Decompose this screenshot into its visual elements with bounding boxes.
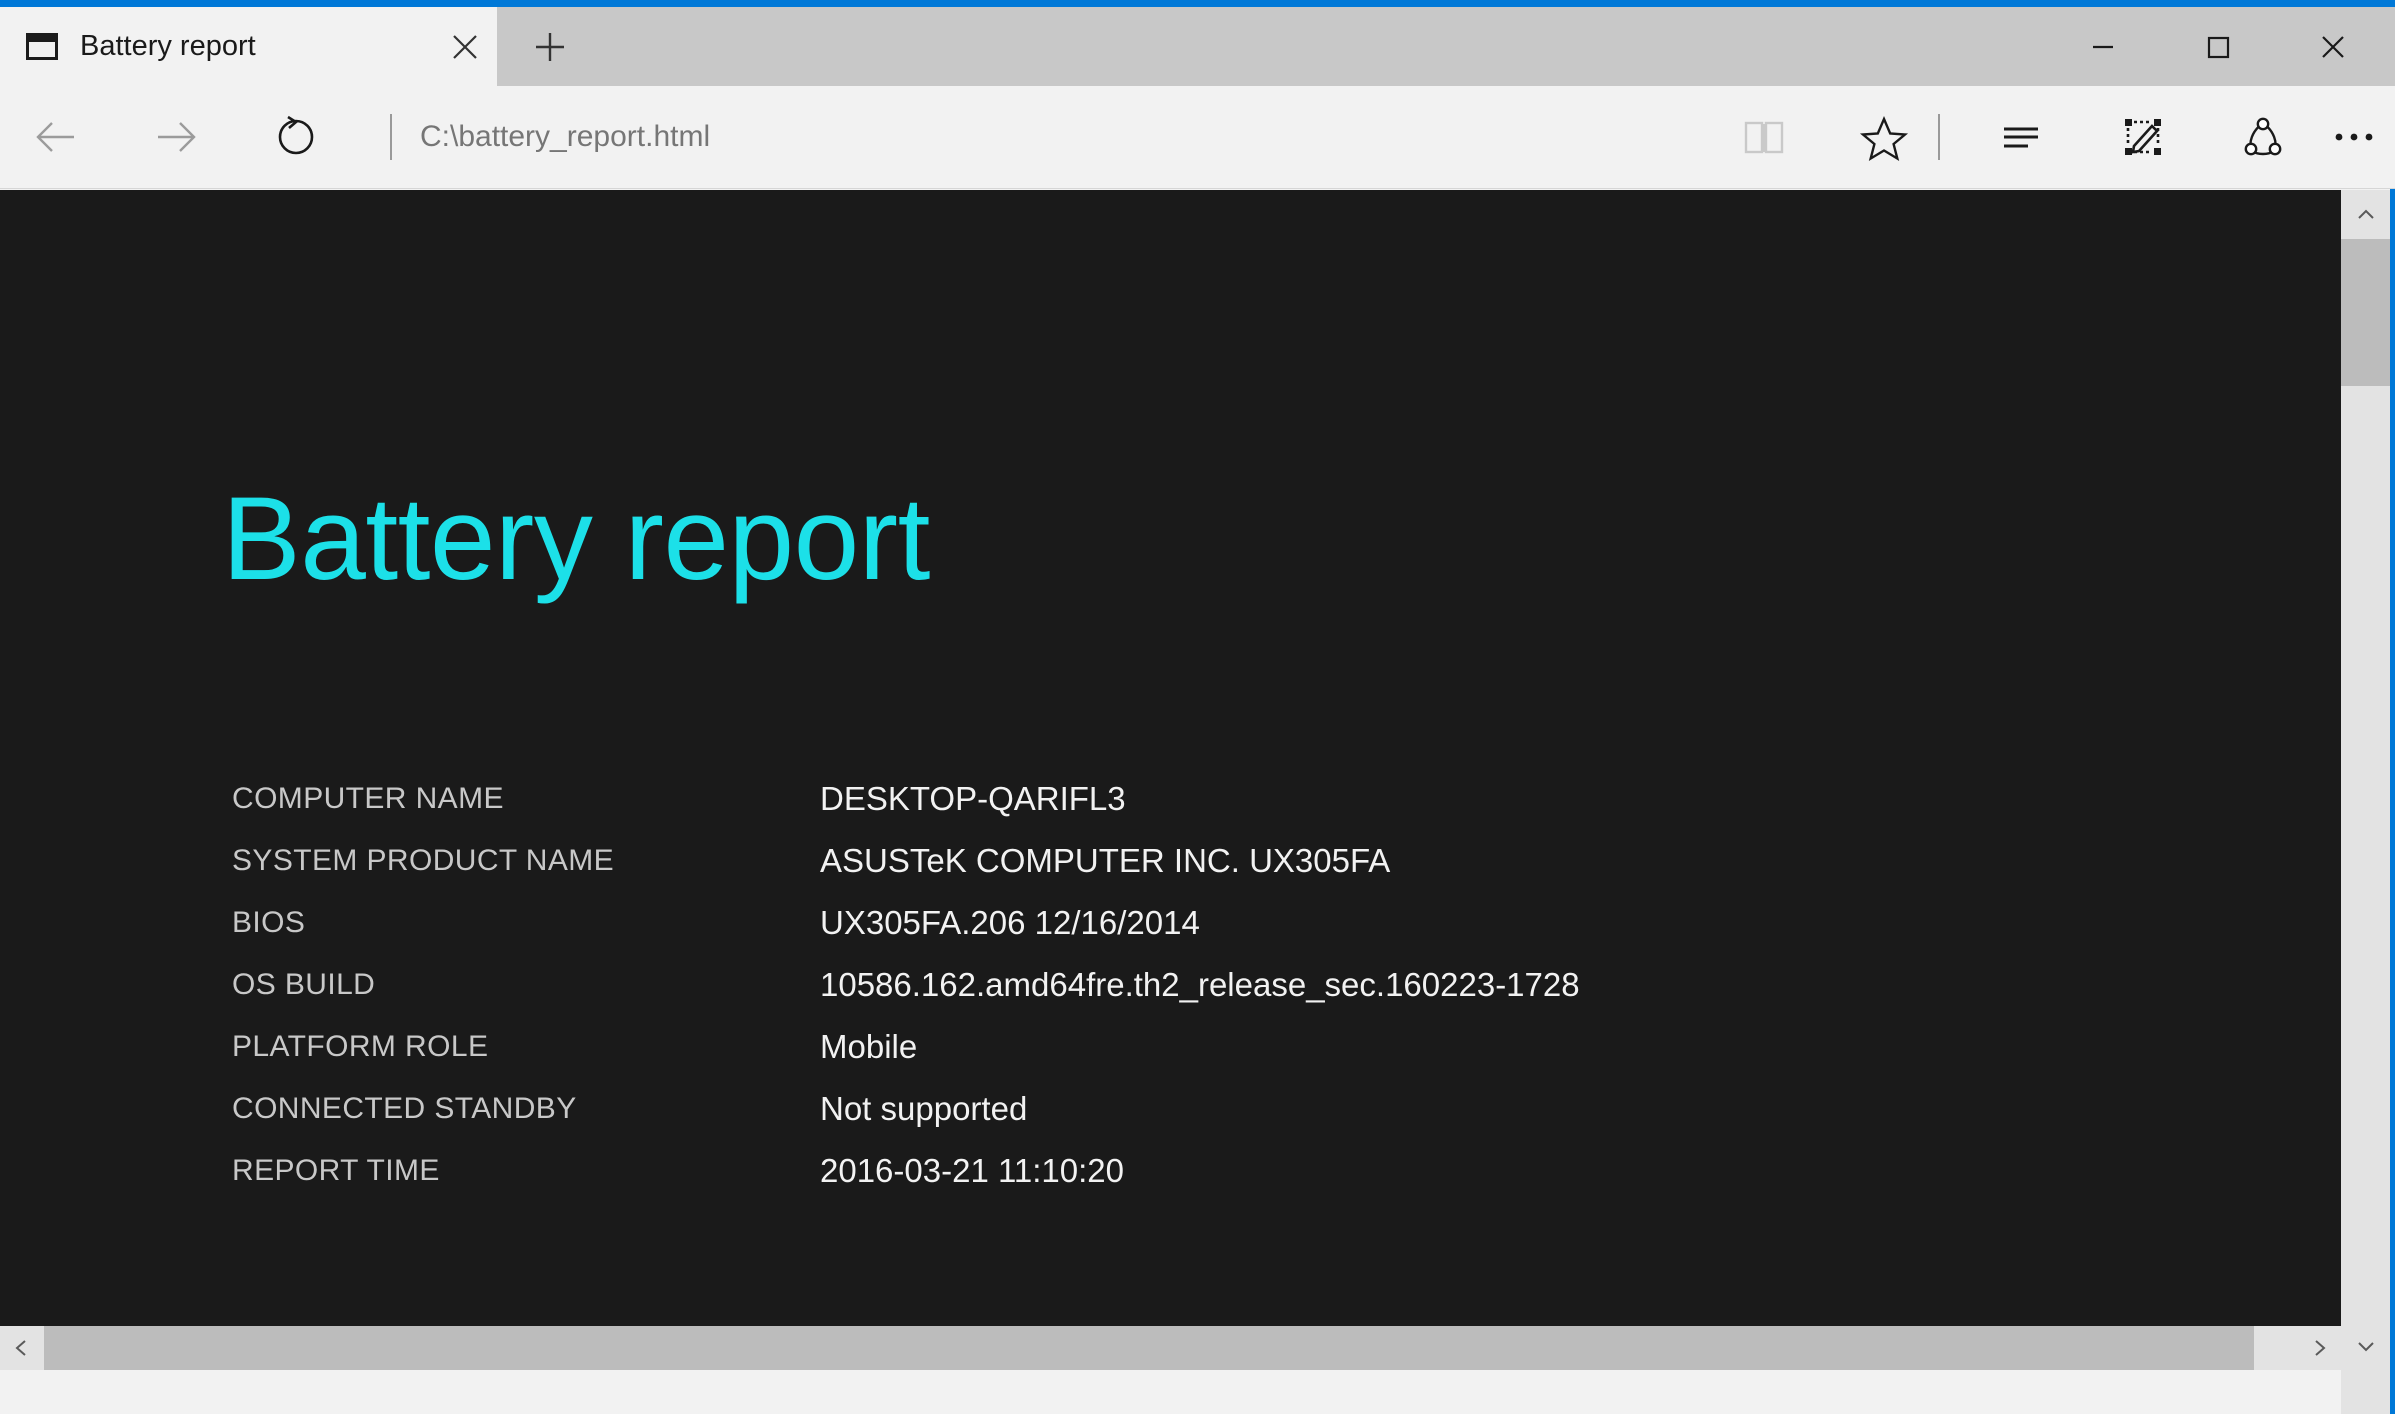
back-arrow-icon: [36, 122, 74, 152]
window-accent-top: [0, 0, 2395, 7]
table-row: SYSTEM PRODUCT NAME ASUSTeK COMPUTER INC…: [232, 830, 1580, 892]
horizontal-scroll-thumb[interactable]: [44, 1326, 2254, 1370]
maximize-button[interactable]: [2160, 7, 2275, 86]
new-tab-button[interactable]: [497, 7, 602, 86]
toolbar-divider-right: [1938, 114, 1940, 160]
share-icon: [2244, 117, 2282, 156]
page-content: Battery report COMPUTER NAME DESKTOP-QAR…: [0, 190, 2341, 1370]
address-input[interactable]: [420, 86, 1670, 188]
toolbar-divider-left: [390, 114, 392, 160]
info-value: Not supported: [820, 1090, 1028, 1127]
scroll-right-button[interactable]: [2297, 1326, 2341, 1370]
info-value: ASUSTeK COMPUTER INC. UX305FA: [820, 842, 1391, 879]
window-controls: [2045, 7, 2390, 86]
info-label: OS BUILD: [232, 968, 376, 1001]
hub-lines-icon: [2004, 127, 2038, 148]
tab-title: Battery report: [80, 30, 256, 62]
forward-arrow-icon: [158, 122, 196, 152]
table-row: CONNECTED STANDBY Not supported: [232, 1078, 1580, 1140]
info-label: COMPUTER NAME: [232, 782, 504, 815]
table-row: REPORT TIME 2016-03-21 11:10:20: [232, 1140, 1580, 1202]
chevron-down-icon: [2357, 1341, 2374, 1351]
vertical-scroll-thumb[interactable]: [2341, 239, 2390, 386]
more-button[interactable]: [2320, 86, 2388, 188]
pencil-note-icon: [2125, 119, 2161, 155]
refresh-icon: [278, 115, 314, 155]
plus-icon: [535, 32, 564, 61]
navigation-toolbar: [0, 86, 2395, 189]
info-label: PLATFORM ROLE: [232, 1030, 489, 1063]
table-row: COMPUTER NAME DESKTOP-QARIFL3: [232, 768, 1580, 830]
info-label: BIOS: [232, 906, 306, 939]
browser-tab[interactable]: Battery report: [0, 7, 497, 86]
scrollbar-corner: [2341, 1370, 2390, 1414]
info-label: CONNECTED STANDBY: [232, 1092, 577, 1125]
close-icon: [2321, 35, 2344, 58]
window-accent-right: [2390, 0, 2395, 1414]
scroll-down-button[interactable]: [2341, 1321, 2390, 1370]
table-row: BIOS UX305FA.206 12/16/2014: [232, 892, 1580, 954]
info-value: DESKTOP-QARIFL3: [820, 780, 1126, 817]
chevron-right-icon: [2315, 1340, 2326, 1356]
reading-view-button[interactable]: [1718, 86, 1810, 188]
horizontal-scrollbar[interactable]: [0, 1326, 2341, 1370]
minimize-icon: [2092, 45, 2113, 48]
share-button[interactable]: [2217, 86, 2309, 188]
forward-button[interactable]: [130, 86, 222, 188]
maximize-icon: [2207, 36, 2229, 58]
vertical-scrollbar[interactable]: [2341, 190, 2390, 1370]
minimize-button[interactable]: [2045, 7, 2160, 86]
ellipsis-icon: [2335, 133, 2373, 141]
book-icon: [1744, 121, 1784, 154]
browser-window-icon: [26, 33, 58, 60]
info-value: 2016-03-21 11:10:20: [820, 1152, 1124, 1189]
scroll-up-button[interactable]: [2341, 190, 2390, 239]
browser-window: Battery report C:\battery_report.html Ba…: [0, 0, 2395, 1414]
table-row: PLATFORM ROLE Mobile: [232, 1016, 1580, 1078]
favorites-button[interactable]: [1838, 86, 1930, 188]
page-title: Battery report: [222, 473, 930, 605]
close-window-button[interactable]: [2275, 7, 2390, 86]
info-label: SYSTEM PRODUCT NAME: [232, 844, 615, 877]
refresh-button[interactable]: [250, 86, 342, 188]
table-row: OS BUILD 10586.162.amd64fre.th2_release_…: [232, 954, 1580, 1016]
system-info-table: COMPUTER NAME DESKTOP-QARIFL3 SYSTEM PRO…: [232, 768, 1580, 1202]
back-button[interactable]: [10, 86, 102, 188]
chevron-left-icon: [15, 1340, 26, 1356]
title-bar: Battery report: [0, 7, 2395, 86]
info-value: UX305FA.206 12/16/2014: [820, 904, 1200, 941]
info-label: REPORT TIME: [232, 1154, 440, 1187]
web-note-button[interactable]: [2097, 86, 2189, 188]
info-value: Mobile: [820, 1028, 918, 1065]
info-value: 10586.162.amd64fre.th2_release_sec.16022…: [820, 966, 1580, 1003]
hub-button[interactable]: [1975, 86, 2067, 188]
close-tab-button[interactable]: [433, 7, 497, 86]
scroll-left-button[interactable]: [0, 1326, 44, 1370]
star-icon: [1859, 115, 1909, 162]
chevron-up-icon: [2357, 209, 2374, 219]
